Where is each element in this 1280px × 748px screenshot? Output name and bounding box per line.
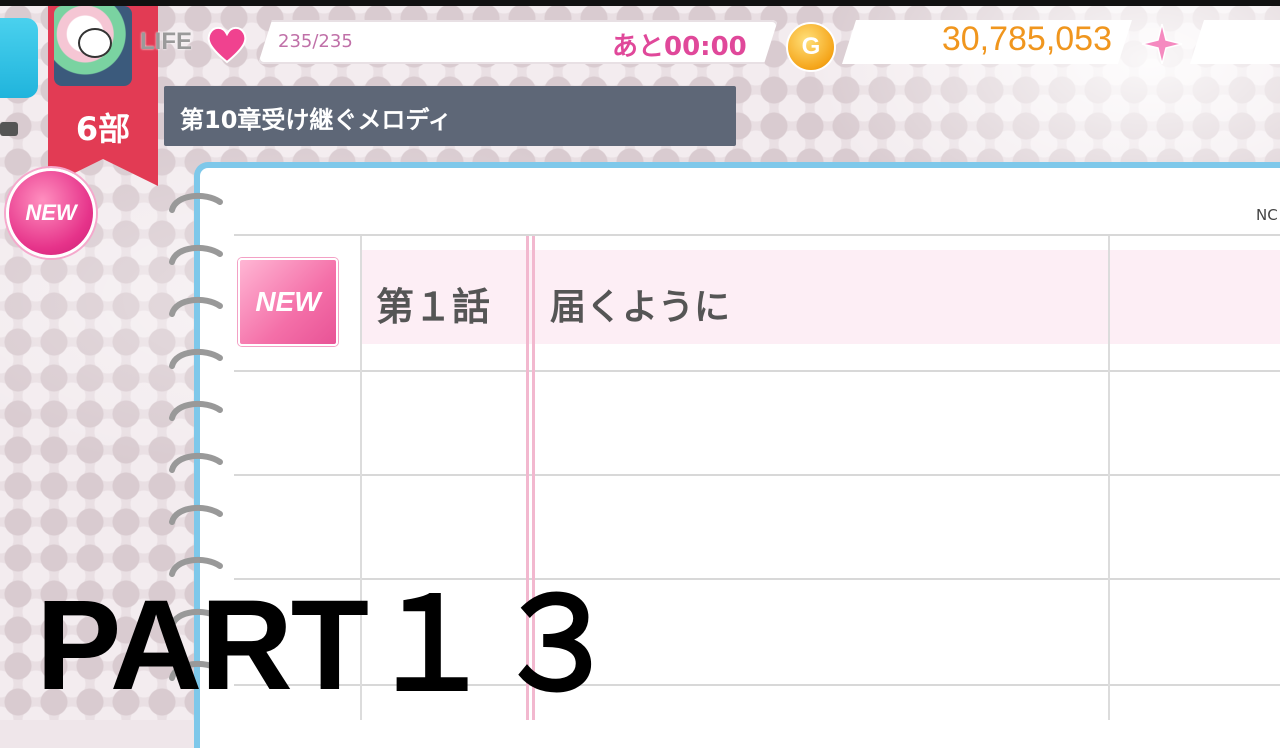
spiral-ring	[169, 296, 223, 317]
overlay-caption: PART１３	[36, 574, 621, 717]
episode-title[interactable]: 届くように	[550, 278, 730, 330]
star-icon	[1141, 23, 1183, 65]
coin-icon: G	[786, 22, 836, 72]
new-circle-badge[interactable]: NEW	[6, 168, 96, 258]
episode-new-badge: NEW	[238, 258, 338, 346]
spiral-ring	[169, 244, 223, 265]
notebook-column-line	[1108, 236, 1110, 720]
spiral-ring	[169, 504, 223, 525]
part-label: 6部	[75, 110, 131, 148]
avatar-face	[78, 28, 112, 58]
top-edge	[0, 0, 1280, 6]
spiral-ring	[169, 348, 223, 369]
notebook-rule	[234, 370, 1280, 372]
spiral-ring	[169, 400, 223, 421]
notebook-rule	[234, 234, 1280, 236]
life-value: 235/235	[278, 31, 353, 52]
notebook-corner-label: NC	[1256, 206, 1278, 224]
coin-value: 30,785,053	[941, 20, 1112, 58]
heart-icon	[207, 26, 247, 64]
back-tab[interactable]	[0, 18, 38, 98]
notebook-rule	[234, 474, 1280, 476]
avatar[interactable]	[54, 6, 132, 86]
episode-row-highlight[interactable]	[360, 250, 1280, 344]
side-handle	[0, 122, 18, 136]
star-bar	[1190, 20, 1280, 64]
spiral-ring	[169, 452, 223, 473]
life-timer: あと00:00	[612, 32, 747, 62]
spiral-ring	[169, 192, 223, 213]
episode-number[interactable]: 第１話	[376, 276, 490, 331]
chapter-title: 第10章受け継ぐメロディ	[180, 106, 452, 134]
life-label: LIFE	[140, 28, 192, 55]
